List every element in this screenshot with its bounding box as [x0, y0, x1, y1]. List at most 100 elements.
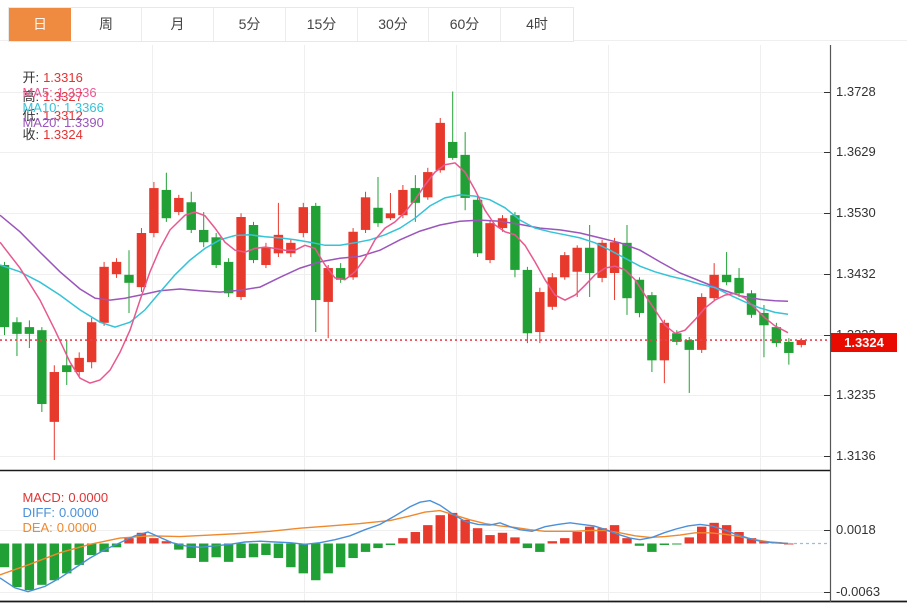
- macd-bar: [398, 538, 407, 543]
- candle-body: [573, 248, 582, 272]
- ma10-label: MA10:: [22, 100, 60, 115]
- macd-bar: [299, 544, 308, 574]
- candle-body: [560, 255, 569, 277]
- y-axis-label: 1.3728: [836, 84, 876, 99]
- candle-body: [361, 197, 370, 230]
- candle-body: [62, 365, 71, 372]
- candle-body: [187, 202, 196, 230]
- candle-body: [734, 278, 743, 293]
- candle-body: [622, 243, 631, 298]
- macd-bar: [311, 544, 320, 581]
- candle-body: [535, 292, 544, 332]
- macd-bar: [436, 515, 445, 543]
- macd-bar: [324, 544, 333, 574]
- macd-bar: [660, 544, 669, 546]
- candle-body: [37, 330, 46, 404]
- ma5-value: 1.3336: [57, 85, 97, 100]
- macd-bar: [286, 544, 295, 568]
- macd-bar: [411, 532, 420, 543]
- diff-label: DIFF:: [22, 505, 55, 520]
- y-axis-label: 1.3136: [836, 448, 876, 463]
- candle-body: [12, 322, 21, 334]
- macd-bar: [336, 544, 345, 568]
- macd-bar: [274, 544, 283, 559]
- macd-bar: [485, 535, 494, 543]
- dea-label: DEA:: [22, 520, 52, 535]
- macd-bar: [498, 533, 507, 544]
- tab-60min[interactable]: 60分: [429, 8, 501, 41]
- tab-4hour[interactable]: 4时: [501, 8, 573, 41]
- candle-body: [485, 223, 494, 260]
- candle-body: [149, 188, 158, 233]
- macd-bar: [535, 544, 544, 552]
- candle-body: [124, 275, 133, 283]
- ma10-value: 1.3366: [64, 100, 104, 115]
- macd-bar: [12, 544, 21, 588]
- candle-body: [784, 342, 793, 353]
- macd-bar: [423, 525, 432, 543]
- y-axis-label: 0.0018: [836, 522, 876, 537]
- candle-body: [585, 248, 594, 273]
- macd-label: MACD:: [22, 490, 64, 505]
- macd-bar: [622, 538, 631, 543]
- macd-bar: [510, 537, 519, 543]
- macd-bar: [25, 544, 34, 591]
- macd-bar: [635, 544, 644, 546]
- macd-bar: [448, 513, 457, 544]
- candle-body: [373, 208, 382, 223]
- macd-bar: [373, 544, 382, 549]
- tab-day[interactable]: 日: [9, 8, 71, 41]
- macd-value: 0.0000: [68, 490, 108, 505]
- candle-body: [436, 123, 445, 170]
- period-tabbar: 日周月5分15分30分60分4时: [8, 7, 574, 42]
- kline-chart-app: 日周月5分15分30分60分4时 开:1.3316 高:1.3327 低:1.3…: [0, 0, 907, 604]
- y-axis-label: 1.3530: [836, 205, 876, 220]
- candle-body: [386, 213, 395, 218]
- ma20-label: MA20:: [22, 115, 60, 130]
- y-axis-label: 1.3629: [836, 144, 876, 159]
- macd-bar: [585, 527, 594, 544]
- tab-month[interactable]: 月: [142, 8, 214, 41]
- tab-5min[interactable]: 5分: [214, 8, 286, 41]
- candle-body: [0, 265, 9, 327]
- y-axis-label: 1.3235: [836, 387, 876, 402]
- macd-bar: [361, 544, 370, 552]
- macd-bar: [548, 541, 557, 543]
- candle-body: [87, 322, 96, 362]
- dea-value: 0.0000: [57, 520, 97, 535]
- tab-15min[interactable]: 15分: [286, 8, 358, 41]
- candle-body: [236, 217, 245, 297]
- candle-body: [722, 275, 731, 282]
- macd-bar: [523, 544, 532, 549]
- candle-body: [635, 280, 644, 313]
- candle-body: [162, 190, 171, 218]
- candle-body: [50, 372, 59, 422]
- tab-30min[interactable]: 30分: [358, 8, 429, 41]
- candle-body: [460, 155, 469, 198]
- macd-bar: [236, 544, 245, 559]
- candle-body: [174, 198, 183, 212]
- macd-bar: [460, 520, 469, 544]
- candle-body: [99, 267, 108, 323]
- macd-bar: [685, 537, 694, 543]
- y-axis-label: 1.3432: [836, 266, 876, 281]
- candle-body: [75, 358, 84, 372]
- candle-body: [286, 243, 295, 253]
- y-axis-label: -0.0063: [836, 584, 880, 599]
- macd-bar: [261, 544, 270, 555]
- macd-legend: MACD:0.0000 DIFF:0.0000 DEA:0.0000: [8, 475, 130, 550]
- macd-bar: [573, 532, 582, 543]
- candle-body: [660, 323, 669, 361]
- ma20-line: [0, 215, 788, 301]
- candle-body: [697, 297, 706, 350]
- candle-body: [610, 242, 619, 273]
- tab-week[interactable]: 周: [71, 8, 142, 41]
- macd-bar: [224, 544, 233, 562]
- candle-body: [249, 225, 258, 260]
- macd-bar: [697, 527, 706, 544]
- candlestick-chart-canvas[interactable]: [0, 0, 907, 604]
- candle-body: [25, 327, 34, 334]
- macd-bar: [560, 538, 569, 543]
- current-price-tag: 1.3324: [831, 333, 897, 352]
- macd-bar: [386, 544, 395, 546]
